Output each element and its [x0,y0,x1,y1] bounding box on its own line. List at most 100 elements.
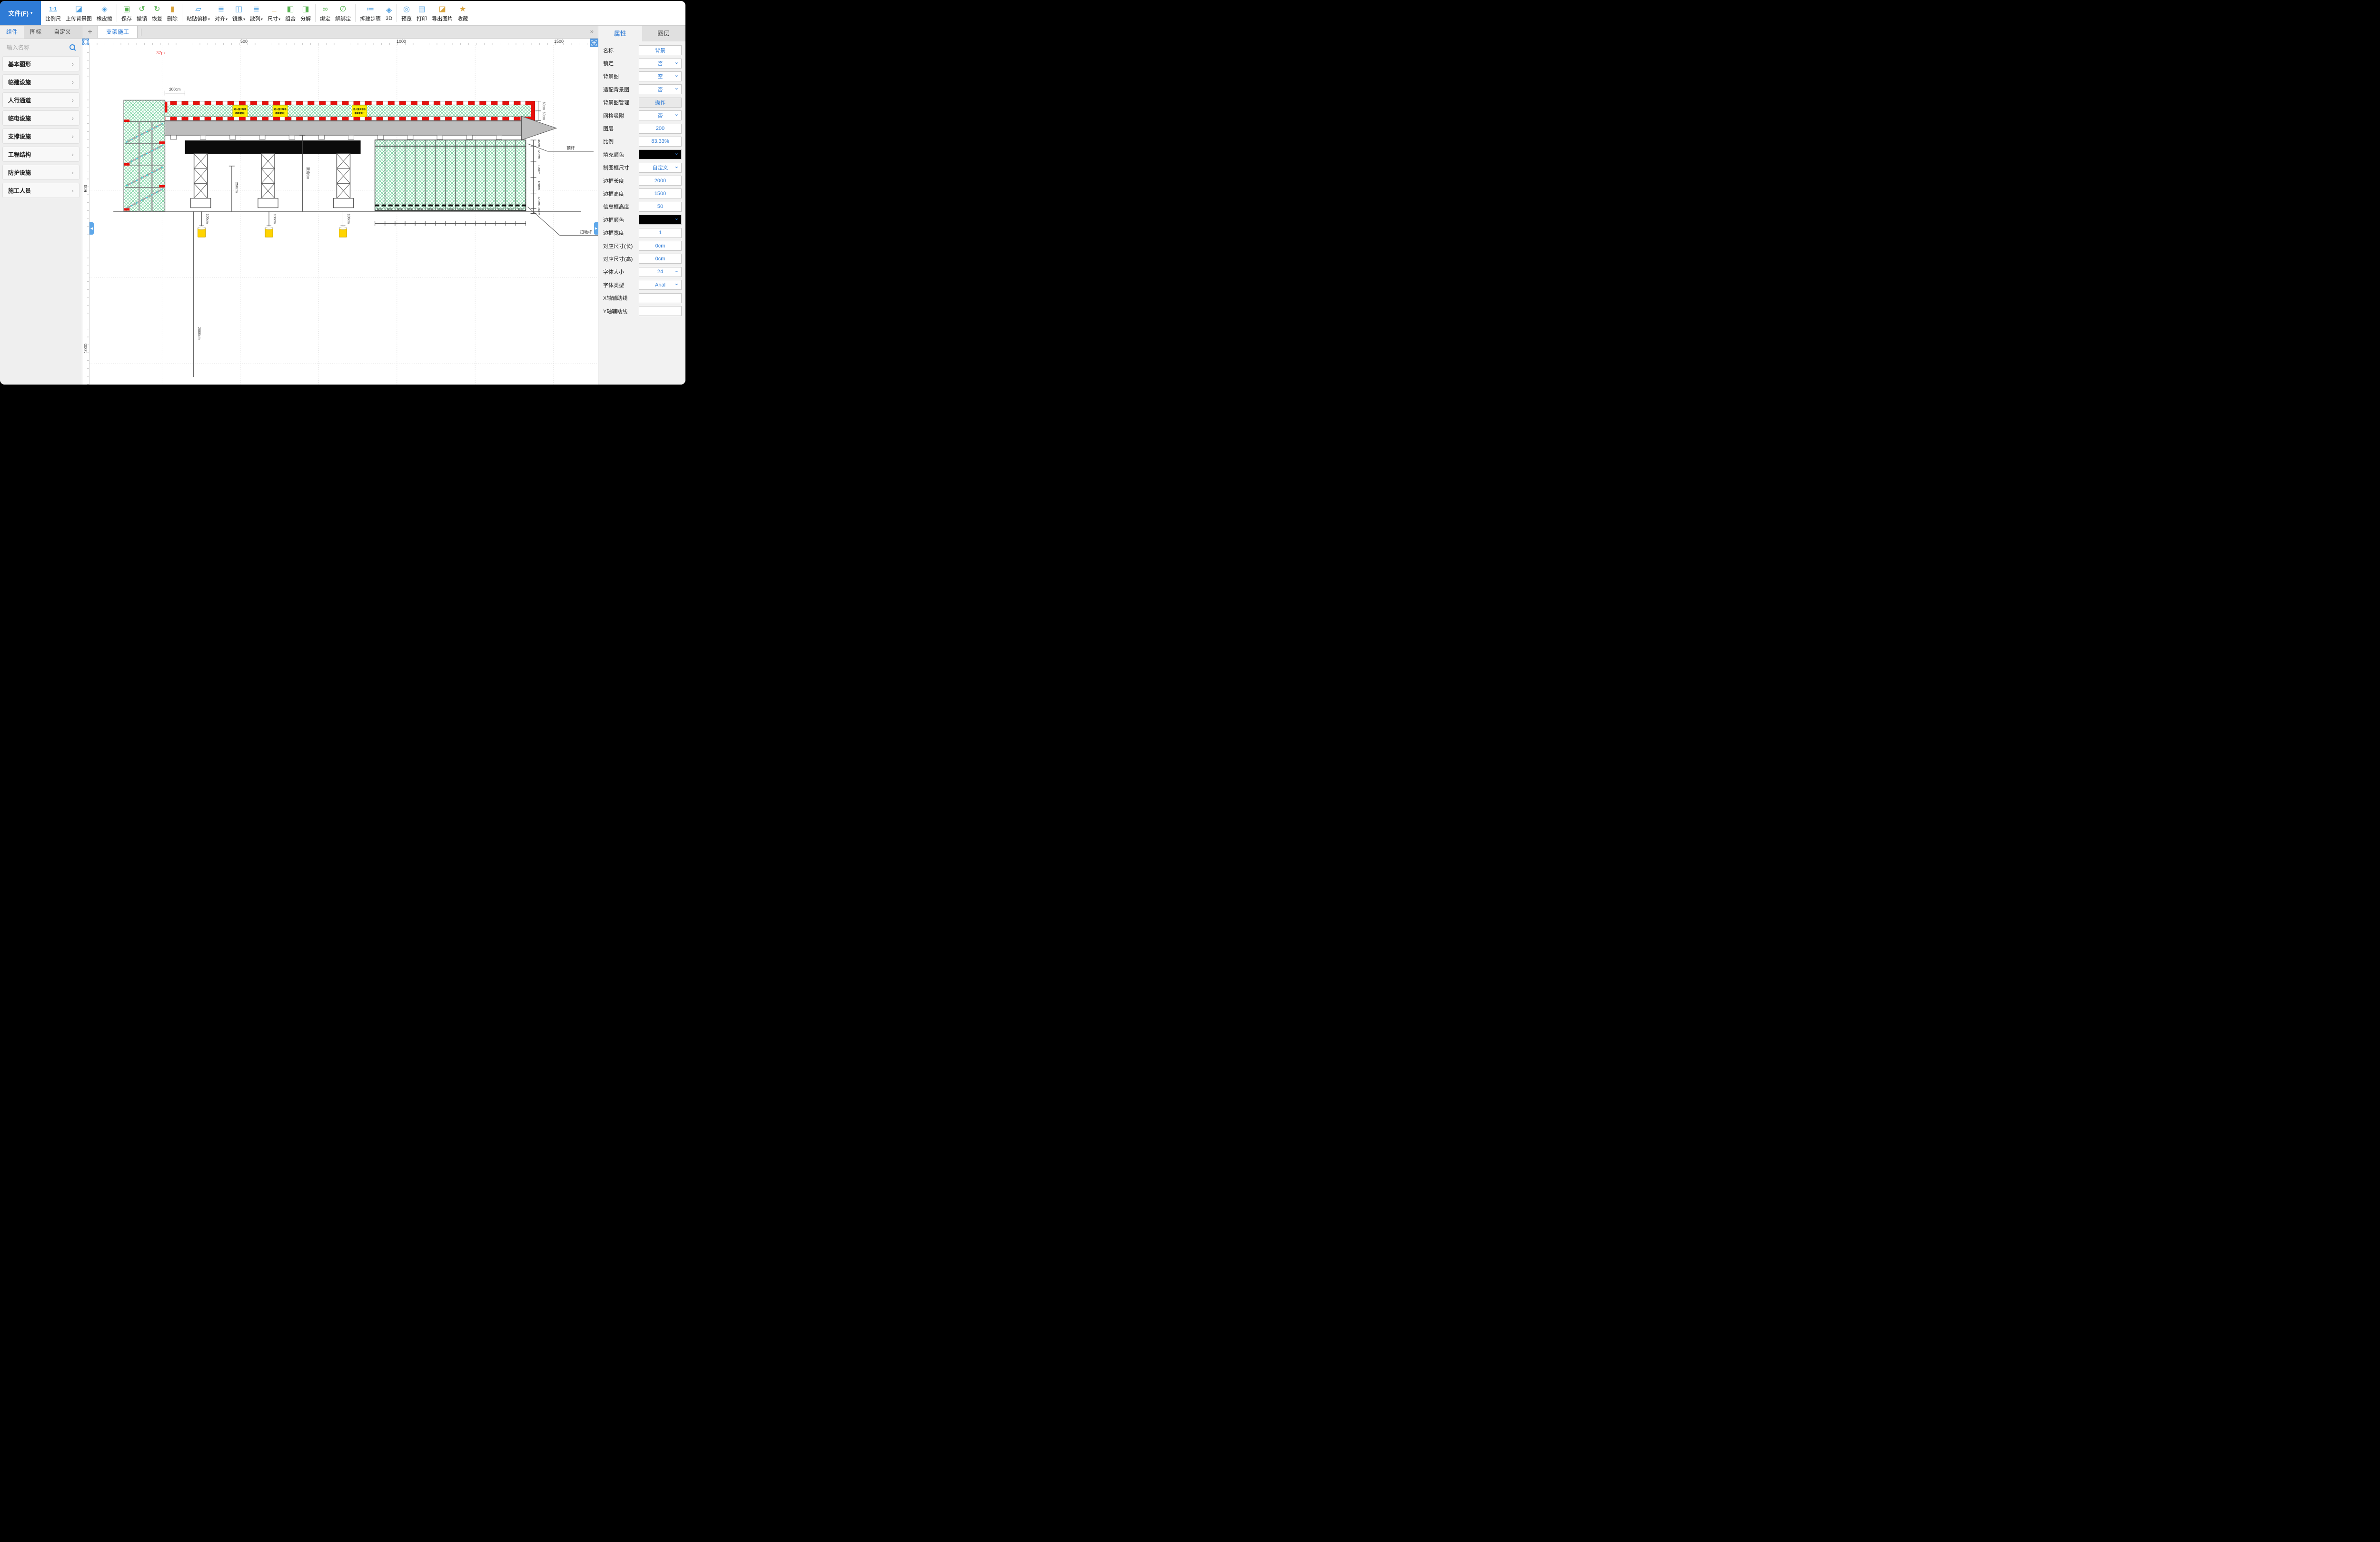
border-length-input[interactable]: 2000 [639,176,682,186]
grid-snap-select[interactable]: 否 [639,110,682,120]
border-color-color-picker[interactable] [639,215,682,225]
tool-redo-button[interactable]: ↻恢复 [149,1,165,25]
collapse-right-handle[interactable]: ▶ [594,222,598,235]
category-item[interactable]: 施工人员› [2,183,79,198]
bridge-deck[interactable] [165,121,521,135]
drawing-surface[interactable]: 37px 2000cm [89,45,598,385]
tool-undo-button[interactable]: ↺撤销 [134,1,149,25]
sidebar-tab-custom[interactable]: 自定义 [48,26,77,39]
walkway-bottom-stripe [165,117,535,120]
y-guide-input[interactable] [639,306,682,316]
tool-build-steps-button[interactable]: ≔拆建步骤 [357,1,383,25]
frame-size-select[interactable]: 自定义 [639,163,682,173]
category-item[interactable]: 支撑设施› [2,128,79,144]
category-item[interactable]: 临电设施› [2,110,79,126]
info-box-height-input[interactable]: 50 [639,202,682,212]
properties-tab-layers[interactable]: 图层 [642,26,686,41]
tool-mirror-button[interactable]: ◫镜像 [230,1,248,25]
traffic-barrel[interactable]: 100cm [198,212,209,237]
upload-background-icon: ◪ [75,4,82,14]
border-width-input[interactable]: 1 [639,228,682,238]
tool-print-button[interactable]: ▤打印 [414,1,429,25]
name-input[interactable]: 背景 [639,45,682,55]
tool-eraser-button[interactable]: ◈橡皮擦 [94,1,115,25]
font-type-select[interactable]: Arial [639,280,682,290]
tool-3d-button[interactable]: ◈3D [383,1,395,25]
deck-arrow-head[interactable] [522,116,556,140]
walkway-right-post [531,101,535,121]
traffic-barrels[interactable]: 100cm 100cm 100cm [198,212,350,237]
fit-bg-image-select[interactable]: 否 [639,84,682,94]
lattice-tower[interactable] [333,154,353,208]
x-guide-input[interactable] [639,293,682,303]
property-label: 边框高度 [603,190,639,198]
scale-input[interactable]: 83.33% [639,137,682,147]
locked-select[interactable]: 否 [639,59,682,69]
fit-view-button[interactable] [590,39,598,47]
map-size-height-input[interactable]: 0cm [639,254,682,264]
tool-size-button[interactable]: ∟尺寸 [265,1,283,25]
tool-delete-button[interactable]: ▮删除 [165,1,180,25]
property-label: 填充颜色 [603,151,639,158]
tool-paste-offset-button[interactable]: ▱粘贴偏移 [184,1,212,25]
category-item[interactable]: 基本图形› [2,56,79,71]
sidebar-tab-icons[interactable]: 图标 [24,26,48,39]
category-item[interactable]: 工程结构› [2,147,79,162]
tool-group-button[interactable]: ◧组合 [283,1,298,25]
warning-sign[interactable]: 进入施工现场请减速慢行 [233,105,248,117]
collapse-left-handle[interactable]: ◀ [89,222,94,235]
tool-unbind-button[interactable]: ∅解绑定 [333,1,353,25]
map-size-length-input[interactable]: 0cm [639,241,682,251]
covered-walkway[interactable]: 进入施工现场请减速慢行 进入施工现场请减速慢行 进入施工现场请减速慢行 [165,101,535,121]
tool-bind-button[interactable]: ∞绑定 [317,1,333,25]
tool-distribute-button[interactable]: ≣散列 [248,1,265,25]
tool-ungroup-button[interactable]: ◨分解 [298,1,313,25]
tool-favorite-button[interactable]: ★收藏 [455,1,470,25]
properties-tab-attributes[interactable]: 属性 [598,26,642,41]
scaffold-wall[interactable]: 90cm90cm90cm90cm90cm90cm90cm90cm90cm90cm… [375,140,526,211]
property-label: 锁定 [603,59,639,67]
tool-preview-button[interactable]: ◎预览 [399,1,414,25]
search-icon[interactable] [69,44,75,50]
tool-label: 绑定 [320,15,330,22]
dim-60-label: 60cm [542,102,545,110]
warning-sign[interactable]: 进入施工现场请减速慢行 [352,105,367,117]
dim-200-label: 200cm [169,88,180,92]
tool-label: 分解 [300,15,311,22]
lattice-tower[interactable] [191,154,211,208]
bg-image-manage-button[interactable]: 操作 [639,98,682,108]
lattice-towers[interactable] [191,154,354,208]
add-tab-button[interactable]: + [82,27,98,38]
traffic-barrel[interactable]: 100cm [339,212,350,237]
horizontal-ruler[interactable]: 500 1000 1500 [89,39,598,45]
search-input[interactable]: 输入名称 [4,41,78,53]
font-size-select[interactable]: 24 [639,267,682,277]
tool-scale-ruler-button[interactable]: 1:1比例尺 [43,1,63,25]
sidebar-tab-components[interactable]: 组件 [0,26,24,39]
tool-upload-background-button[interactable]: ◪上传背景图 [63,1,94,25]
layer-input[interactable]: 200 [639,124,682,134]
tool-export-image-button[interactable]: ◪导出图片 [429,1,455,25]
tool-save-button[interactable]: ▣保存 [119,1,134,25]
tab-zhijiashigong[interactable]: 支架施工 [98,26,138,38]
stair-tower[interactable] [124,100,165,212]
property-label: 边框长度 [603,177,639,185]
border-height-input[interactable]: 1500 [639,188,682,198]
collapse-panel-icon[interactable]: » [590,28,593,35]
ruler-origin-button[interactable] [82,39,89,45]
vertical-ruler[interactable]: 500 1000 [82,45,89,385]
file-menu-button[interactable]: 文件(F) [0,1,41,25]
property-label: X轴辅助线 [603,294,639,302]
category-item[interactable]: 临建设施› [2,74,79,89]
category-item[interactable]: 人行通道› [2,92,79,108]
chain-dim-label: 120cm [537,165,541,174]
lattice-tower[interactable] [258,154,278,208]
traffic-barrel[interactable]: 100cm [265,212,276,237]
bg-image-select[interactable]: 空 [639,71,682,81]
black-girder[interactable] [185,140,361,154]
fill-color-color-picker[interactable] [639,149,682,159]
category-item[interactable]: 防护设施› [2,165,79,180]
tool-align-button[interactable]: ≣对齐 [212,1,230,25]
warning-sign[interactable]: 进入施工现场请减速慢行 [273,105,288,117]
drawing-canvas[interactable]: 37px 2000cm [89,45,598,385]
